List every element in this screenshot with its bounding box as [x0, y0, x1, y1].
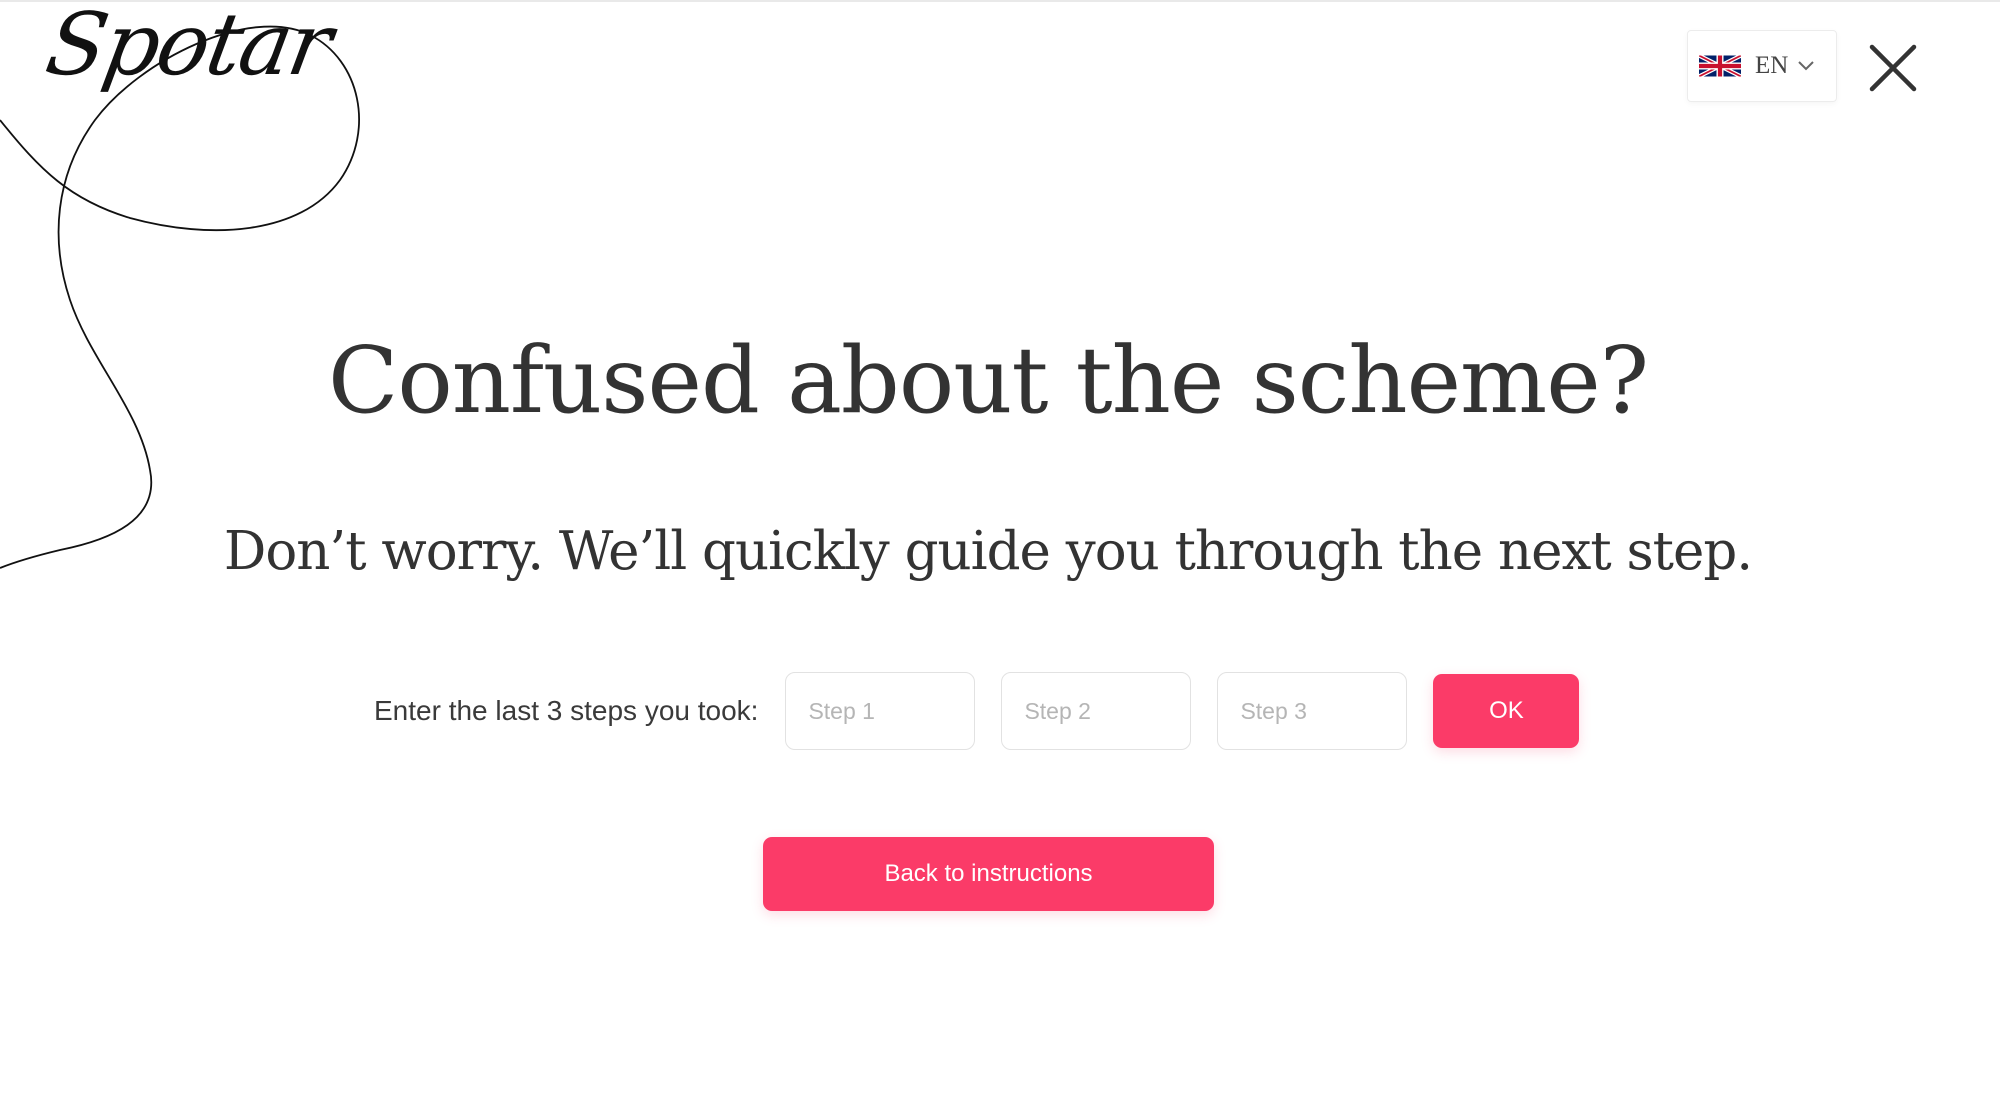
steps-label: Enter the last 3 steps you took:	[374, 695, 759, 726]
ok-button[interactable]: OK	[1433, 674, 1580, 748]
step-1-input[interactable]	[785, 672, 976, 750]
language-selector[interactable]: EN	[1687, 30, 1837, 102]
uk-flag-icon	[1699, 55, 1741, 77]
language-code: EN	[1755, 52, 1789, 79]
chevron-down-icon	[1798, 61, 1815, 71]
close-button[interactable]	[1868, 43, 1918, 93]
back-to-instructions-button[interactable]: Back to instructions	[763, 837, 1214, 911]
step-2-input[interactable]	[1001, 672, 1192, 750]
close-icon	[1869, 44, 1917, 92]
brand-logo[interactable]: Spotar	[39, 0, 337, 95]
steps-form: Enter the last 3 steps you took: OK	[374, 672, 1580, 750]
page-subtitle: Don’t worry. We’ll quickly guide you thr…	[223, 521, 1753, 582]
step-3-input[interactable]	[1217, 672, 1408, 750]
page-title: Confused about the scheme?	[327, 327, 1649, 434]
